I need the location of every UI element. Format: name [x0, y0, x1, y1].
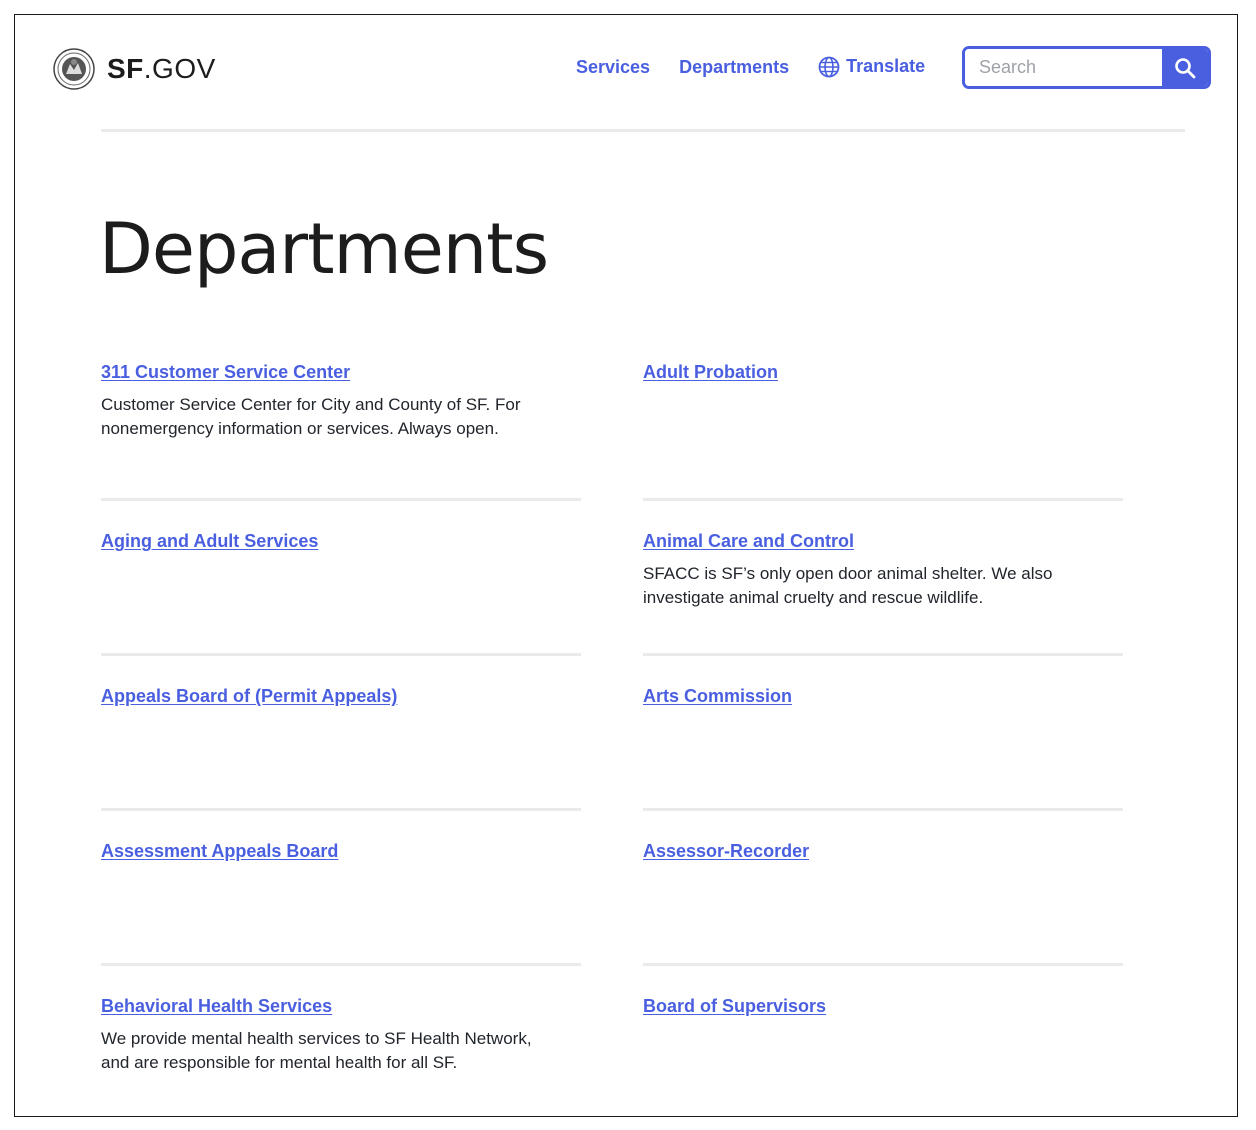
department-item: Behavioral Health Services We provide me…	[101, 996, 581, 1075]
department-item: Assessor-Recorder	[643, 841, 1123, 862]
department-item: 311 Customer Service Center Customer Ser…	[101, 362, 581, 441]
department-description: We provide mental health services to SF …	[101, 1029, 532, 1072]
department-link[interactable]: Behavioral Health Services	[101, 996, 332, 1017]
row-divider	[101, 808, 581, 811]
site-logo[interactable]: SF.GOV	[53, 48, 216, 90]
department-item: Appeals Board of (Permit Appeals)	[101, 686, 581, 707]
department-link[interactable]: Animal Care and Control	[643, 531, 854, 552]
department-link[interactable]: Assessment Appeals Board	[101, 841, 338, 862]
department-item: Arts Commission	[643, 686, 1123, 707]
search-box	[962, 46, 1211, 89]
department-item: Adult Probation	[643, 362, 1123, 383]
row-divider	[101, 498, 581, 501]
search-input[interactable]	[965, 49, 1162, 86]
translate-label: Translate	[846, 56, 926, 76]
translate-button[interactable]: Translate	[818, 56, 925, 78]
department-link[interactable]: 311 Customer Service Center	[101, 362, 350, 383]
department-description: SFACC is SF’s only open door animal shel…	[643, 564, 1053, 607]
main-nav: Services Departments Translate	[576, 56, 925, 78]
row-divider	[643, 963, 1123, 966]
department-item: Board of Supervisors	[643, 996, 1123, 1017]
search-icon	[1175, 57, 1196, 78]
department-link[interactable]: Board of Supervisors	[643, 996, 826, 1017]
nav-services-link[interactable]: Services	[576, 57, 650, 78]
department-item: Aging and Adult Services	[101, 531, 581, 552]
brand-bold: SF	[107, 53, 144, 84]
department-link[interactable]: Assessor-Recorder	[643, 841, 809, 862]
page-title: Departments	[99, 208, 549, 290]
department-item: Animal Care and Control SFACC is SF’s on…	[643, 531, 1123, 610]
row-divider	[643, 498, 1123, 501]
brand-wordmark: SF.GOV	[107, 55, 216, 83]
header-divider	[101, 129, 1185, 132]
department-link[interactable]: Aging and Adult Services	[101, 531, 318, 552]
department-item: Assessment Appeals Board	[101, 841, 581, 862]
department-description: Customer Service Center for City and Cou…	[101, 395, 521, 438]
city-seal-icon	[53, 48, 95, 90]
row-divider	[101, 653, 581, 656]
department-link[interactable]: Appeals Board of (Permit Appeals)	[101, 686, 397, 707]
department-link[interactable]: Adult Probation	[643, 362, 778, 383]
brand-rest: .GOV	[143, 53, 216, 84]
department-link[interactable]: Arts Commission	[643, 686, 792, 707]
page-frame: SF.GOV Services Departments Translate De…	[14, 14, 1238, 1117]
row-divider	[101, 963, 581, 966]
globe-icon	[818, 56, 840, 77]
nav-departments-link[interactable]: Departments	[679, 57, 789, 78]
row-divider	[643, 808, 1123, 811]
row-divider	[643, 653, 1123, 656]
search-button[interactable]	[1162, 49, 1208, 86]
